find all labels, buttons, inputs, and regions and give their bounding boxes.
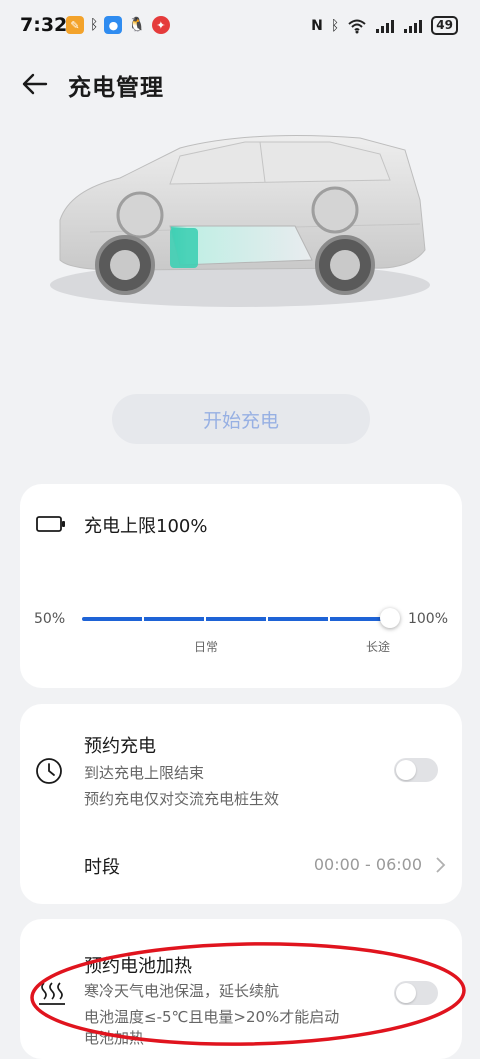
battery-heating-toggle[interactable] — [394, 981, 438, 1005]
notes-app-icon: ✎ — [66, 16, 84, 34]
slider-thumb[interactable] — [380, 608, 400, 628]
toggle-knob — [396, 983, 416, 1003]
slider-mark-daily: 日常 — [194, 640, 219, 654]
slider-tick — [142, 617, 144, 621]
signal-icon — [376, 19, 395, 33]
slider-tick — [204, 617, 206, 621]
battery-heating-desc-2: 电池温度≤-5℃且电量>20%才能启动 — [84, 1008, 340, 1026]
charge-limit-card: 充电上限100% 50% 100% 日常 长途 — [20, 484, 462, 688]
slider-min-label: 50% — [34, 611, 66, 627]
scheduled-charging-card: 预约充电 到达充电上限结束 预约充电仅对交流充电桩生效 时段 00:00 - 0… — [20, 704, 462, 904]
battery-outline-icon — [36, 516, 65, 532]
back-arrow-icon[interactable] — [16, 66, 52, 102]
charge-limit-label: 充电上限100% — [84, 516, 208, 537]
period-value[interactable]: 00:00 - 06:00 — [314, 855, 422, 874]
heating-icon — [39, 982, 65, 1005]
slider-tick — [328, 617, 330, 621]
period-label[interactable]: 时段 — [84, 853, 120, 879]
slider-mark-long: 长途 — [366, 640, 391, 654]
start-charging-button[interactable]: 开始充电 — [112, 394, 370, 444]
title-bar: 充电管理 — [0, 60, 480, 108]
charge-limit-slider[interactable] — [82, 617, 392, 621]
bluetooth-icon: ᛒ — [330, 17, 340, 34]
toggle-knob — [396, 760, 416, 780]
battery-heating-desc-3: 电池加热 — [84, 1029, 145, 1047]
scheduled-charging-desc-2: 预约充电仅对交流充电桩生效 — [84, 790, 280, 808]
battery-heating-title: 预约电池加热 — [84, 956, 192, 977]
message-app-icon: ● — [104, 16, 123, 34]
battery-heating-desc-1: 寒冷天气电池保温，延长续航 — [84, 982, 280, 1000]
battery-icon: 49 — [431, 16, 458, 35]
signal-icon-2 — [404, 19, 423, 33]
qq-icon: 🐧 — [128, 17, 146, 33]
status-time: 7:32 — [20, 14, 68, 36]
status-bar: 7:32 ✎ ᛒ ● 🐧 ✦ N ᛒ 49 — [0, 0, 480, 54]
wifi-icon — [348, 19, 366, 33]
scheduled-charging-title: 预约充电 — [84, 736, 156, 757]
car-illustration — [50, 135, 430, 307]
nfc-icon: N — [311, 17, 323, 34]
scheduled-charging-toggle[interactable] — [394, 758, 438, 782]
clock-icon — [36, 758, 62, 784]
page-title: 充电管理 — [68, 75, 164, 101]
battery-heating-card: 预约电池加热 寒冷天气电池保温，延长续航 电池温度≤-5℃且电量>20%才能启动… — [20, 919, 462, 1059]
scheduled-charging-desc-1: 到达充电上限结束 — [84, 764, 205, 782]
slider-tick — [266, 617, 268, 621]
red-app-icon: ✦ — [151, 16, 170, 34]
slider-max-label: 100% — [407, 611, 448, 627]
chevron-right-icon[interactable] — [434, 856, 446, 874]
bluetooth-small-icon: ᛒ — [90, 17, 99, 33]
